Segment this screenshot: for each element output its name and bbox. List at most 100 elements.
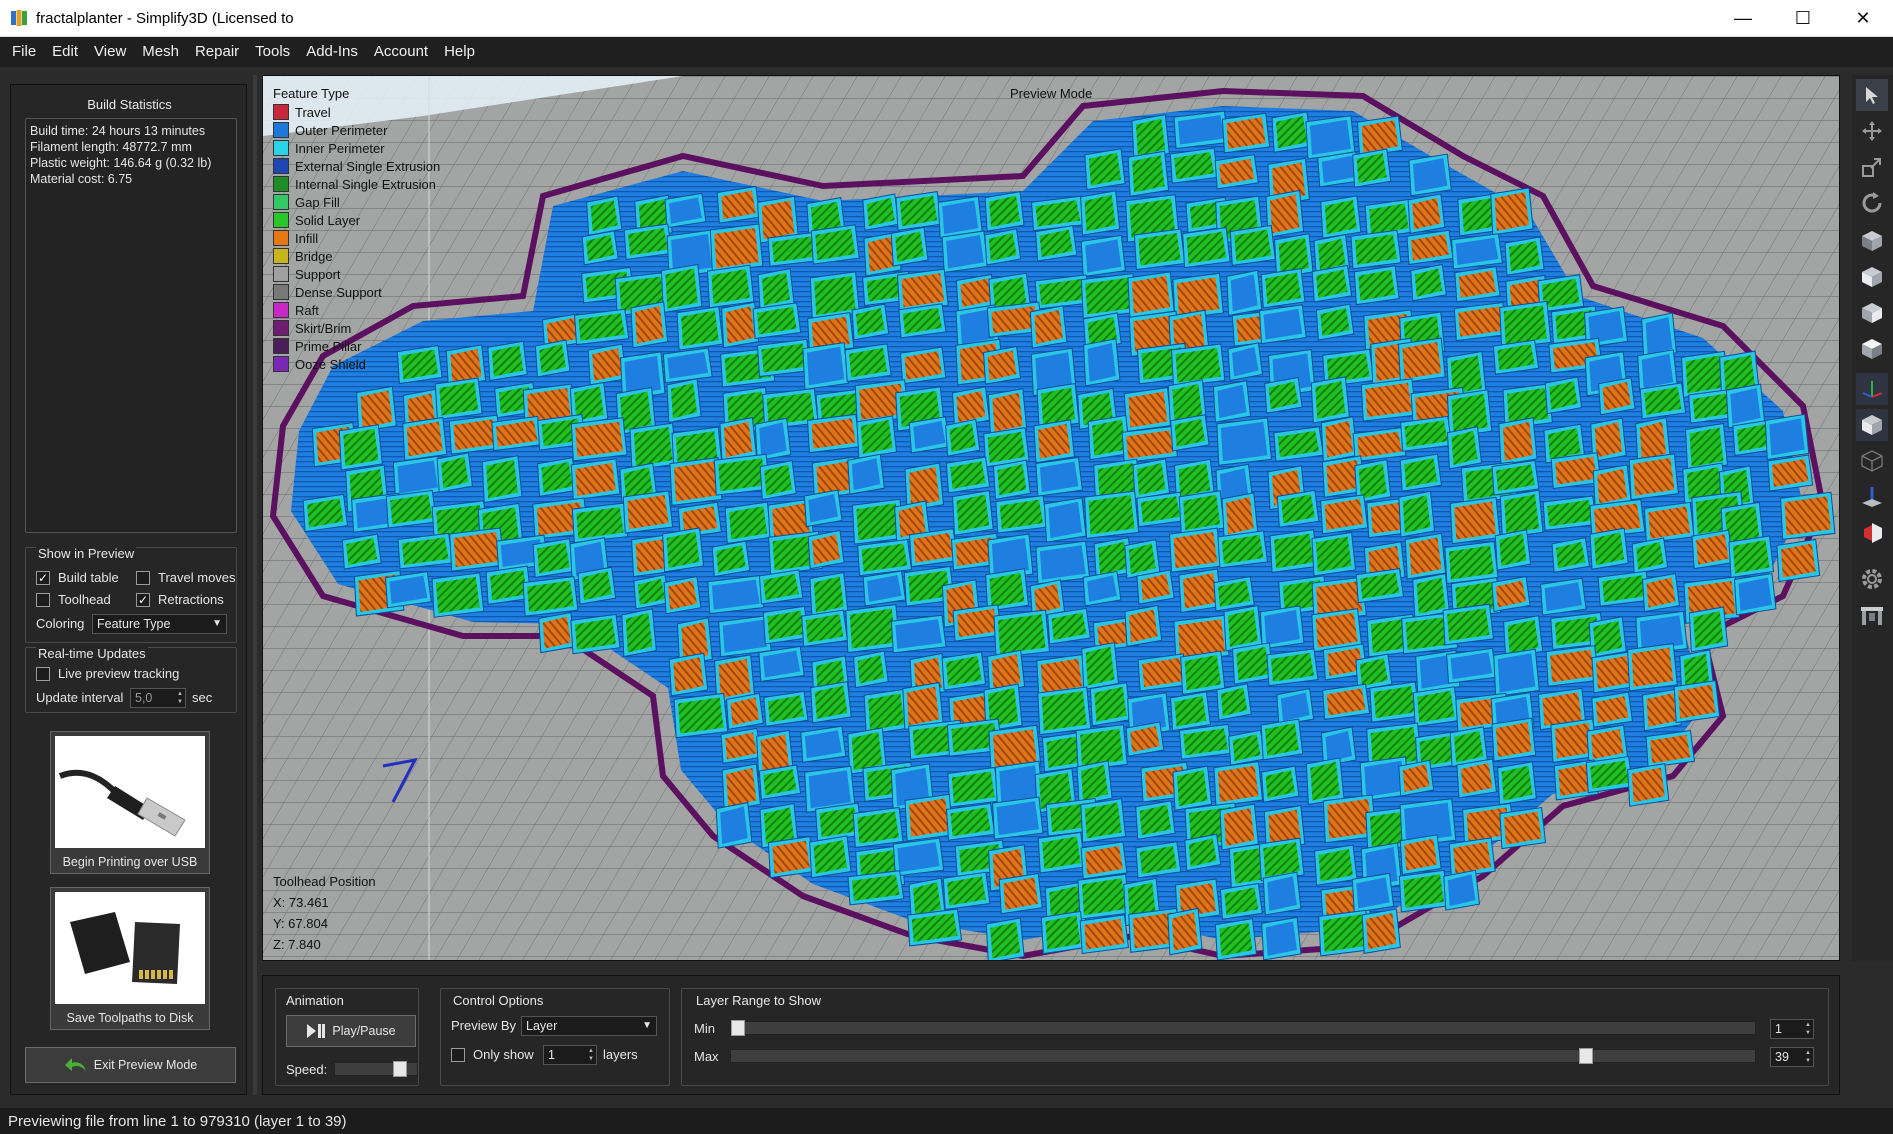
rotate-tool-button[interactable] — [1856, 187, 1888, 219]
3d-preview-viewport[interactable]: Feature Type Preview Mode Travel Outer Pe… — [262, 75, 1840, 961]
stat-build-time: Build time: 24 hours 13 minutes — [30, 124, 206, 138]
toolhead-checkbox[interactable]: Toolhead — [36, 592, 111, 607]
menu-addins[interactable]: Add-Ins — [298, 37, 366, 67]
maximize-button[interactable]: ☐ — [1773, 0, 1833, 37]
infill-top — [1646, 693, 1678, 727]
min-layer-input[interactable]: 1 ▲ ▼ — [1770, 1019, 1814, 1039]
chevron-down-icon: ▼ — [212, 618, 222, 629]
legend-swatch — [273, 194, 289, 210]
menu-repair[interactable]: Repair — [187, 37, 247, 67]
select-tool-button[interactable] — [1856, 79, 1888, 111]
settings-button[interactable] — [1856, 563, 1888, 595]
speed-slider-thumb[interactable] — [393, 1061, 407, 1077]
min-layer-slider[interactable] — [730, 1020, 1756, 1036]
solid-layer-top — [1177, 770, 1208, 807]
solid-layer-top — [436, 576, 480, 614]
only-show-checkbox[interactable]: Only show — [451, 1047, 534, 1062]
max-layer-slider[interactable] — [730, 1048, 1756, 1064]
menu-help[interactable]: Help — [436, 37, 483, 67]
build-table-checkbox[interactable]: ✓ Build table — [36, 570, 119, 585]
view-iso-button[interactable] — [1856, 225, 1888, 257]
preview-by-select[interactable]: Layer ▼ — [521, 1016, 657, 1036]
infill-top — [992, 392, 1023, 432]
retractions-check[interactable]: ✓ — [136, 592, 150, 607]
update-interval-input[interactable]: 5,0 ▲ ▼ — [130, 688, 186, 708]
menu-edit[interactable]: Edit — [44, 37, 86, 67]
toolhead-check[interactable] — [36, 592, 50, 607]
travel-moves-label: Travel moves — [158, 570, 236, 585]
solid-layer-top — [1081, 878, 1126, 916]
solid-layer-top — [633, 427, 673, 467]
app-icon — [10, 9, 28, 27]
wireframe-cube-icon — [1861, 450, 1883, 472]
save-toolpaths-disk-button[interactable]: Save Toolpaths to Disk — [50, 887, 210, 1030]
legend-item: Gap Fill — [273, 194, 340, 210]
toggle-axes-button[interactable] — [1856, 373, 1888, 405]
solid-layer-top — [860, 419, 893, 454]
legend-item: Inner Perimeter — [273, 140, 385, 156]
legend-swatch — [273, 140, 289, 156]
retractions-checkbox[interactable]: ✓ Retractions — [136, 592, 224, 607]
legend-item: Skirt/Brim — [273, 320, 351, 336]
max-layer-input[interactable]: 39 ▲ ▼ — [1770, 1047, 1814, 1067]
menu-file[interactable]: File — [4, 37, 44, 67]
view-side-button[interactable] — [1856, 297, 1888, 329]
legend-swatch — [273, 248, 289, 264]
solid-layer-top — [813, 839, 847, 874]
update-interval-unit: sec — [192, 690, 213, 705]
solid-layer-top — [1504, 494, 1539, 535]
live-tracking-checkbox[interactable]: Live preview tracking — [36, 666, 179, 681]
infill-top — [718, 658, 751, 699]
solid-layer-top — [711, 269, 750, 304]
menu-tools[interactable]: Tools — [247, 37, 298, 67]
build-table-check[interactable]: ✓ — [36, 570, 50, 585]
infill-top — [1769, 418, 1805, 456]
infill-top — [1494, 191, 1530, 231]
infill-top — [406, 421, 443, 457]
only-show-check[interactable] — [451, 1047, 465, 1062]
panel-splitter[interactable] — [253, 75, 257, 1095]
spin-arrows-icon: ▲ ▼ — [588, 1048, 594, 1062]
exit-preview-mode-button[interactable]: Exit Preview Mode — [25, 1047, 236, 1083]
update-interval-label: Update interval — [36, 690, 124, 705]
toggle-solid-button[interactable] — [1856, 409, 1888, 441]
solid-layer-top — [486, 459, 518, 499]
coloring-select[interactable]: Feature Type ▼ — [92, 614, 227, 634]
layer-range-title: Layer Range to Show — [696, 993, 822, 1008]
travel-moves-checkbox[interactable]: Travel moves — [136, 570, 236, 585]
legend-label: Bridge — [295, 248, 333, 264]
layers-label: layers — [603, 1047, 638, 1062]
print-settings-button[interactable] — [1856, 599, 1888, 631]
toggle-wireframe-button[interactable] — [1856, 445, 1888, 477]
minimize-button[interactable]: — — [1713, 0, 1773, 37]
travel-moves-check[interactable] — [136, 570, 150, 585]
section-view-button[interactable] — [1856, 517, 1888, 549]
scale-tool-button[interactable] — [1856, 151, 1888, 183]
menu-account[interactable]: Account — [366, 37, 436, 67]
legend-label: Inner Perimeter — [295, 140, 385, 156]
min-layer-slider-thumb[interactable] — [731, 1020, 745, 1036]
solid-layer-top — [1135, 118, 1166, 156]
view-front-button[interactable] — [1856, 261, 1888, 293]
menu-view[interactable]: View — [86, 37, 134, 67]
solid-layer-top — [1322, 914, 1366, 952]
cube-top-icon — [1862, 339, 1882, 359]
preview-scene — [263, 76, 1839, 960]
solid-layer-top — [1084, 802, 1122, 839]
solid-layer-top — [1045, 915, 1081, 950]
legend-swatch — [273, 302, 289, 318]
menu-mesh[interactable]: Mesh — [134, 37, 187, 67]
only-show-count-input[interactable]: 1 ▲ ▼ — [543, 1045, 597, 1065]
speed-slider[interactable] — [334, 1061, 418, 1077]
live-tracking-check[interactable] — [36, 666, 50, 681]
close-button[interactable]: ✕ — [1833, 0, 1893, 37]
solid-layer-top — [1278, 237, 1310, 274]
view-top-button[interactable] — [1856, 333, 1888, 365]
begin-printing-usb-button[interactable]: Begin Printing over USB — [50, 731, 210, 874]
cross-section-button[interactable] — [1856, 481, 1888, 513]
max-layer-slider-thumb[interactable] — [1579, 1048, 1593, 1064]
move-tool-button[interactable] — [1856, 115, 1888, 147]
play-pause-button[interactable]: Play/Pause — [286, 1015, 416, 1047]
chevron-down-icon: ▼ — [642, 1020, 652, 1031]
solid-layer-top — [1274, 533, 1314, 569]
